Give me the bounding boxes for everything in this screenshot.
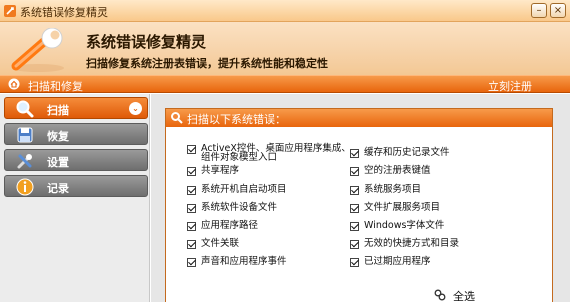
panel-header: 扫描以下系统错误：: [166, 109, 552, 127]
chevron-down-icon[interactable]: ⌄: [129, 102, 142, 115]
select-all-label: 全选: [453, 290, 475, 302]
checkbox[interactable]: [350, 258, 359, 267]
option-app-paths[interactable]: 应用程序路径: [187, 221, 347, 235]
option-shared-programs[interactable]: 共享程序: [187, 166, 347, 180]
checkbox[interactable]: [187, 258, 196, 267]
option-label: Windows字体文件: [364, 220, 445, 231]
option-invalid-shortcuts[interactable]: 无效的快捷方式和目录: [350, 239, 530, 253]
app-title: 系统错误修复精灵: [86, 33, 207, 51]
sidebar-item-settings[interactable]: 设置: [4, 149, 148, 171]
sidebar-item-label: 设置: [47, 156, 69, 169]
checkbox[interactable]: [187, 240, 196, 249]
settings-icon: [17, 154, 32, 169]
option-label: 系统开机自启动项目: [201, 184, 287, 195]
option-label: 无效的快捷方式和目录: [364, 238, 460, 249]
option-sound-events[interactable]: 声音和应用程序事件: [187, 257, 347, 271]
checkbox[interactable]: [187, 204, 196, 213]
nav-bar: 扫描和修复 立刻注册: [0, 75, 570, 93]
option-activex[interactable]: ActiveX控件、桌面应用程序集成、 组件对象模型入口: [187, 144, 351, 166]
option-system-services[interactable]: 系统服务项目: [350, 185, 530, 199]
sidebar-item-label: 扫描: [47, 104, 69, 117]
option-label: 文件扩展服务项目: [364, 202, 441, 213]
search-icon: [171, 112, 183, 124]
app-icon: [4, 5, 16, 17]
sidebar-item-scan[interactable]: 扫描 ⌄: [4, 97, 148, 119]
option-label-line2: 组件对象模型入口: [201, 152, 278, 163]
checkbox[interactable]: [187, 167, 196, 176]
option-label: 空的注册表键值: [364, 165, 431, 176]
title-bar: 系统错误修复精灵 – ×: [0, 0, 570, 22]
sidebar: 扫描 ⌄ 恢复 设置 记录: [0, 94, 150, 302]
close-button[interactable]: ×: [550, 3, 566, 18]
option-file-extension-services[interactable]: 文件扩展服务项目: [350, 203, 530, 217]
sidebar-item-label: 记录: [47, 182, 69, 195]
window-title: 系统错误修复精灵: [20, 6, 108, 19]
option-file-associations[interactable]: 文件关联: [187, 239, 347, 253]
option-device-files[interactable]: 系统软件设备文件: [187, 203, 347, 217]
main-content: 扫描以下系统错误： ActiveX控件、桌面应用程序集成、 组件对象模型入口 共…: [151, 94, 570, 302]
sidebar-item-restore[interactable]: 恢复: [4, 123, 148, 145]
wrench-logo-icon: [11, 28, 64, 72]
option-label: 系统服务项目: [364, 184, 422, 195]
magnifier-icon: [16, 100, 34, 118]
restore-icon: [17, 127, 33, 143]
checkbox[interactable]: [350, 186, 359, 195]
option-startup[interactable]: 系统开机自启动项目: [187, 185, 347, 199]
option-label: 缓存和历史记录文件: [364, 147, 450, 158]
minimize-button[interactable]: –: [531, 3, 547, 18]
checkbox[interactable]: [187, 222, 196, 231]
panel-title: 扫描以下系统错误：: [187, 113, 286, 126]
register-now-link[interactable]: 立刻注册: [488, 78, 532, 94]
checkbox[interactable]: [350, 240, 359, 249]
sidebar-item-label: 恢复: [47, 130, 69, 143]
option-label: 声音和应用程序事件: [201, 256, 287, 267]
scan-options-panel: 扫描以下系统错误： ActiveX控件、桌面应用程序集成、 组件对象模型入口 共…: [165, 108, 553, 302]
app-header: 系统错误修复精灵 扫描修复系统注册表错误，提升系统性能和稳定性: [0, 22, 570, 75]
option-label: 共享程序: [201, 165, 240, 176]
checkbox[interactable]: [350, 204, 359, 213]
checkbox[interactable]: [350, 167, 359, 176]
option-empty-registry-keys[interactable]: 空的注册表键值: [350, 166, 530, 180]
checkbox[interactable]: [350, 149, 359, 158]
select-all-button[interactable]: 全选: [434, 288, 494, 302]
option-expired-apps[interactable]: 已过期应用程序: [350, 257, 530, 271]
link-icon: [434, 289, 446, 301]
app-subtitle: 扫描修复系统注册表错误，提升系统性能和稳定性: [86, 57, 328, 70]
option-windows-fonts[interactable]: Windows字体文件: [350, 221, 530, 235]
sidebar-item-log[interactable]: 记录: [4, 175, 148, 197]
option-label: 应用程序路径: [201, 220, 259, 231]
info-icon: [16, 178, 34, 196]
breadcrumb-current: 扫描和修复: [28, 80, 83, 93]
option-label: 系统软件设备文件: [201, 202, 278, 213]
checkbox[interactable]: [350, 222, 359, 231]
home-icon[interactable]: [8, 78, 20, 90]
checkbox[interactable]: [187, 186, 196, 195]
checkbox[interactable]: [187, 145, 196, 154]
option-cache-history[interactable]: 缓存和历史记录文件: [350, 148, 530, 162]
option-label: 已过期应用程序: [364, 256, 431, 267]
option-label: 文件关联: [201, 238, 240, 249]
